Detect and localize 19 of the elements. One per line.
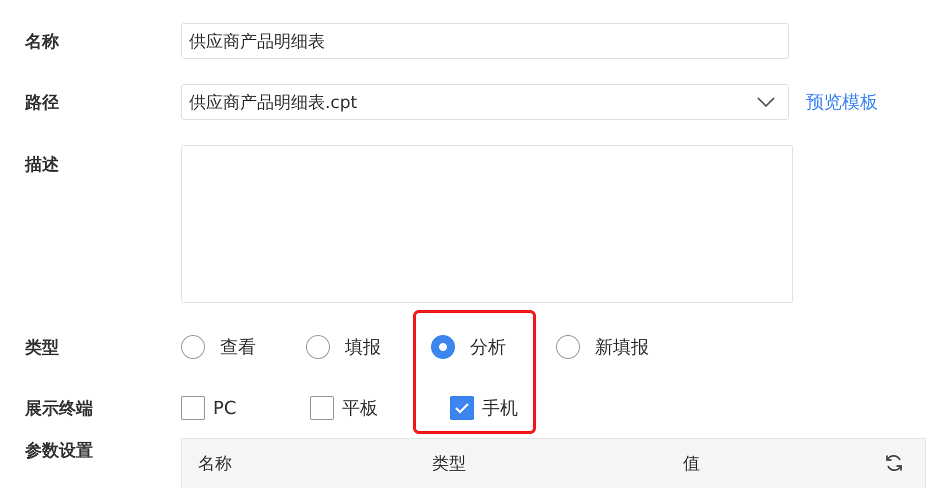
field-label: 名称 bbox=[24, 30, 60, 52]
field-label: 类型 bbox=[24, 336, 60, 358]
field-label: 路径 bbox=[24, 92, 60, 114]
radio-option[interactable]: 填报 bbox=[306, 335, 431, 359]
checkbox-option[interactable]: 手机 bbox=[450, 396, 518, 420]
radio-option[interactable]: 查看 bbox=[181, 335, 306, 359]
field-label: 参数设置 bbox=[24, 440, 94, 462]
column-header: 名称 bbox=[198, 453, 232, 475]
path-dropdown[interactable]: 供应商产品明细表.cpt bbox=[181, 84, 789, 120]
checkbox-option[interactable]: PC bbox=[181, 396, 310, 420]
column-header: 类型 bbox=[432, 453, 466, 475]
radio-option[interactable]: 分析 bbox=[431, 335, 556, 359]
name-field[interactable]: 供应商产品明细表 bbox=[181, 23, 789, 59]
radio-option[interactable]: 新填报 bbox=[556, 335, 681, 359]
preview-link[interactable]: 预览模板 bbox=[806, 90, 878, 114]
field-label: 描述 bbox=[24, 154, 60, 176]
field-label: 展示终端 bbox=[24, 398, 94, 420]
checkbox-option[interactable]: 平板 bbox=[310, 396, 450, 420]
column-header: 值 bbox=[683, 453, 700, 475]
